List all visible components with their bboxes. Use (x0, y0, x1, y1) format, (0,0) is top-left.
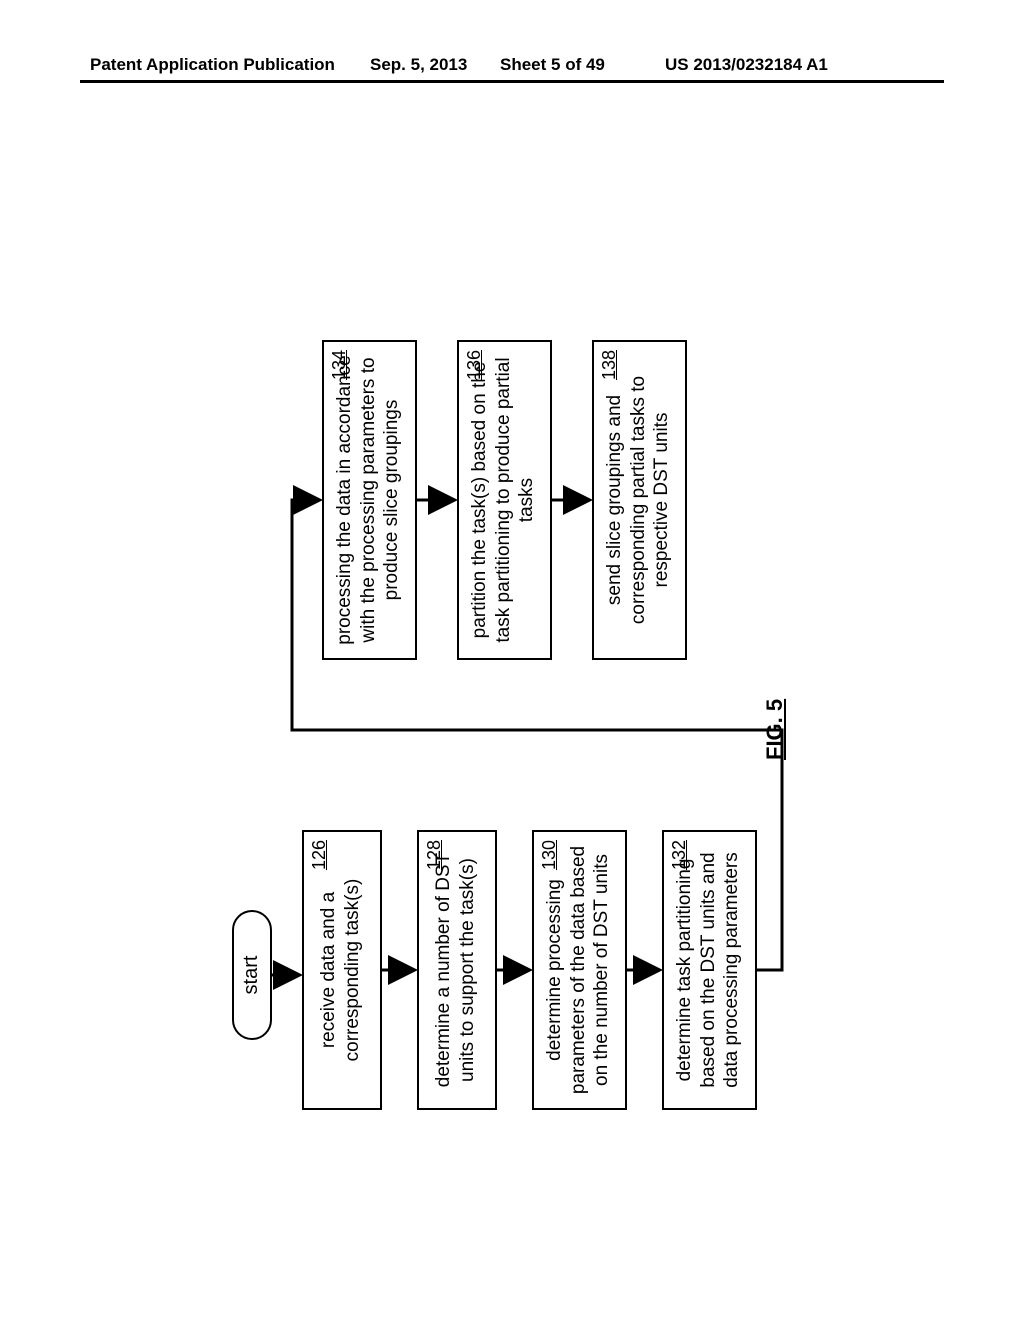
header-publication: Patent Application Publication (90, 55, 335, 75)
header-pubno: US 2013/0232184 A1 (665, 55, 828, 75)
header-date: Sep. 5, 2013 (370, 55, 467, 75)
page: Patent Application Publication Sep. 5, 2… (0, 0, 1024, 1320)
flowchart: start 126 receive data and a correspondi… (232, 230, 792, 1130)
flowchart-rotated-wrap: start 126 receive data and a correspondi… (232, 230, 792, 1130)
flow-arrows (232, 230, 792, 1130)
header-sheet: Sheet 5 of 49 (500, 55, 605, 75)
header-rule (80, 80, 944, 83)
